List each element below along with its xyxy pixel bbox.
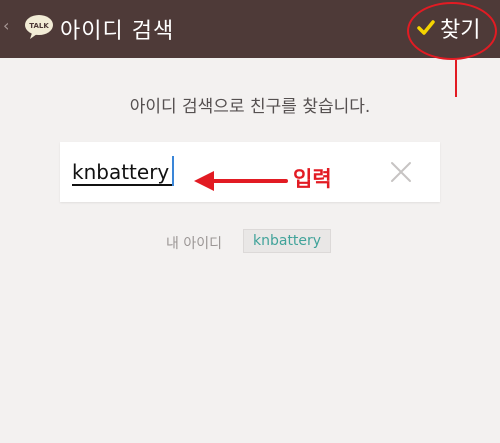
- my-id-badge[interactable]: knbattery: [243, 229, 332, 253]
- check-icon: [417, 20, 435, 35]
- clear-icon[interactable]: [389, 160, 413, 184]
- find-button[interactable]: 찾기: [416, 10, 480, 46]
- my-id-label: 내 아이디: [166, 236, 222, 252]
- talk-logo-icon: TALK: [25, 15, 53, 39]
- left-arrow-icon: [194, 171, 288, 191]
- back-arrow-icon[interactable]: ‹: [3, 16, 9, 35]
- talk-logo-text: TALK: [29, 22, 49, 30]
- search-instruction: 아이디 검색으로 친구를 찾습니다.: [129, 97, 371, 117]
- annotation-label: 입력: [293, 167, 332, 191]
- search-input[interactable]: [72, 158, 182, 186]
- top-app-bar: ‹ TALK 아이디 검색 찾기: [0, 0, 500, 58]
- search-input-underline: [72, 184, 172, 186]
- text-cursor: [172, 156, 174, 186]
- find-button-label: 찾기: [440, 18, 481, 43]
- page-title: 아이디 검색: [60, 19, 175, 44]
